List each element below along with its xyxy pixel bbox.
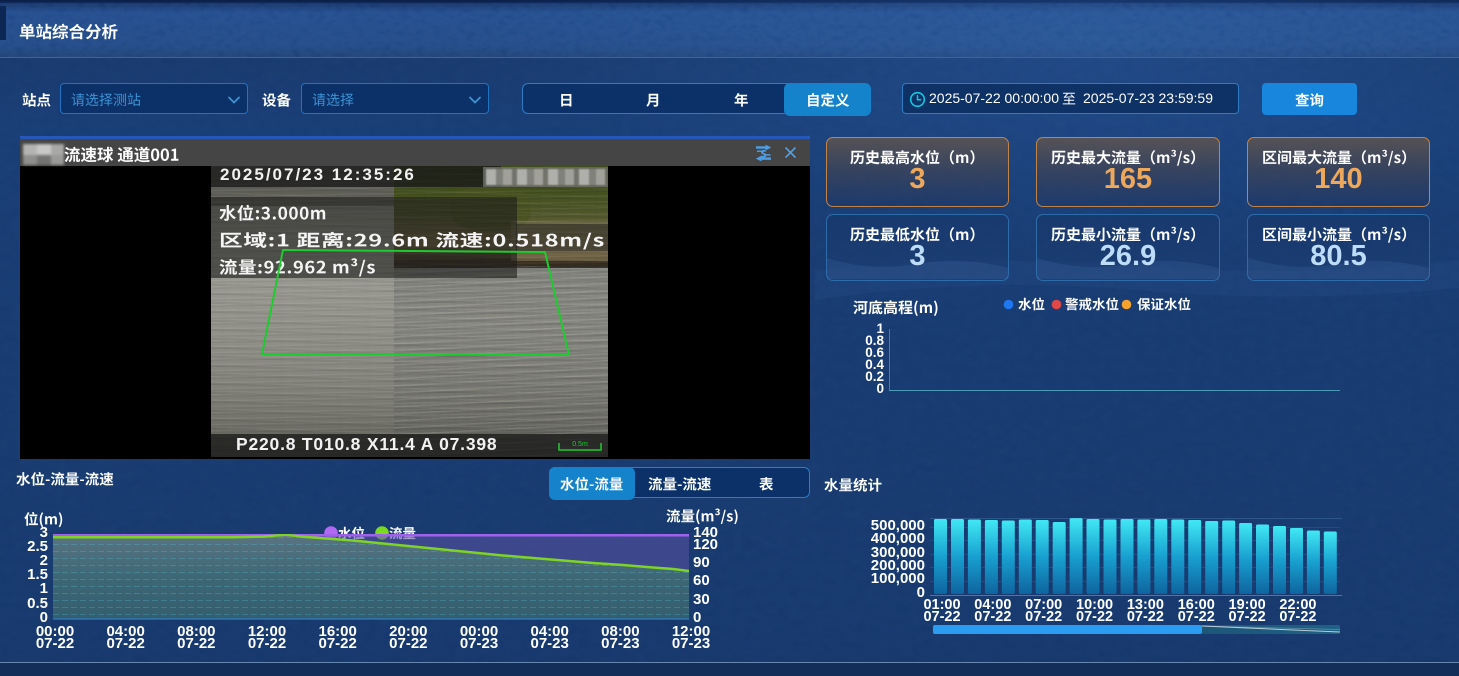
svg-text:0.5m: 0.5m <box>572 441 588 448</box>
